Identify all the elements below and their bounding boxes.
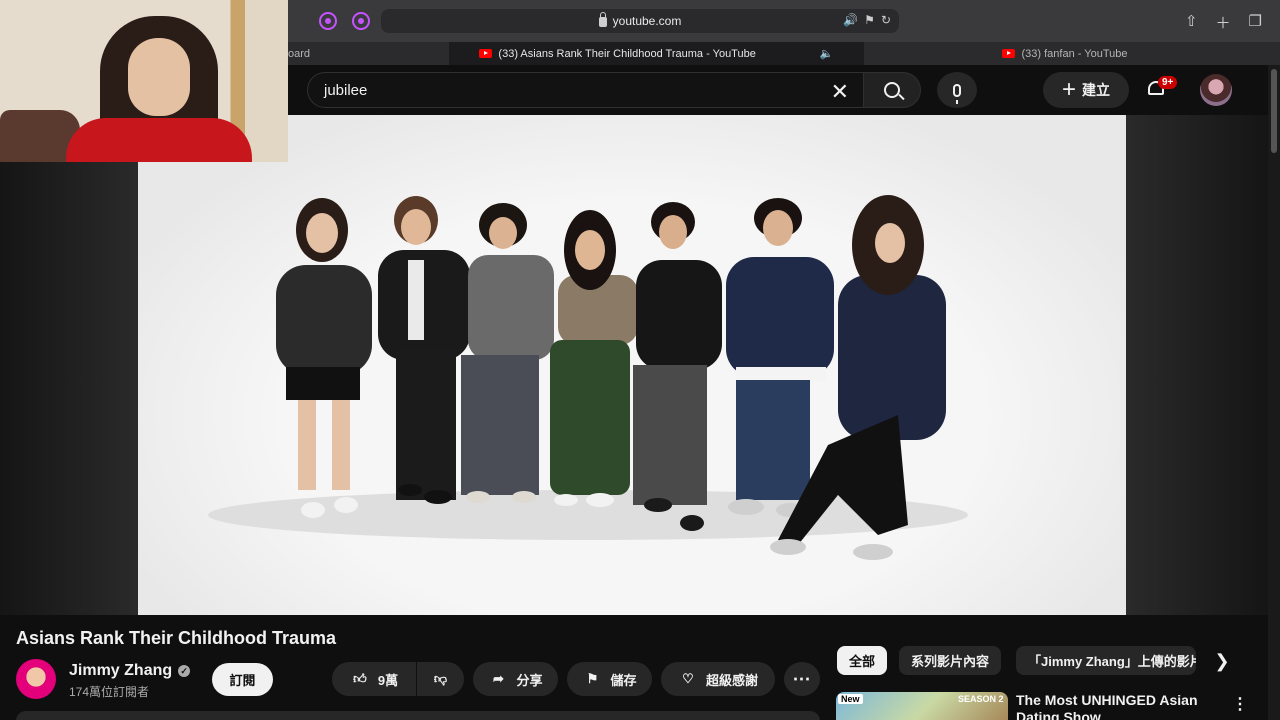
- tab-audio-icon[interactable]: 🔈: [820, 47, 834, 60]
- voice-search-button[interactable]: [937, 72, 977, 108]
- new-badge: New: [838, 694, 863, 704]
- address-bar[interactable]: youtube.com 🔊 ⚑ ↻: [381, 9, 899, 33]
- search-button[interactable]: [863, 72, 921, 108]
- share-button[interactable]: ➦ 分享: [473, 662, 558, 696]
- like-dislike-group: 👍︎ 9萬 👎︎: [332, 662, 464, 696]
- chip-all[interactable]: 全部: [837, 646, 888, 675]
- super-thanks-button[interactable]: ♡ 超級感謝: [661, 662, 775, 696]
- thumbs-down-icon: 👎︎: [433, 671, 448, 686]
- tab-overview-icon[interactable]: ❐: [1249, 12, 1262, 33]
- microphone-icon: [953, 83, 961, 104]
- channel-name-text: Jimmy Zhang: [69, 662, 173, 679]
- subscriber-count: 174萬位訂閱者: [69, 685, 150, 699]
- tab-label: oard: [288, 47, 311, 60]
- url-text: youtube.com: [612, 14, 682, 28]
- dislike-button[interactable]: 👎︎: [417, 662, 464, 696]
- subscribe-button[interactable]: 訂閱: [212, 663, 273, 696]
- page-scrollbar[interactable]: [1268, 65, 1280, 720]
- scrollbar-thumb[interactable]: [1271, 69, 1277, 153]
- tab-active-video[interactable]: (33) Asians Rank Their Childhood Trauma …: [449, 42, 864, 65]
- video-frame[interactable]: [138, 115, 1126, 615]
- more-icon: ⋯: [792, 668, 812, 689]
- chip-channel-uploads[interactable]: 「Jimmy Zhang」上傳的影片: [1016, 646, 1196, 675]
- search-value: jubilee: [324, 81, 368, 99]
- create-label: 建立: [1082, 82, 1110, 98]
- extension-block-icon[interactable]: [352, 12, 370, 30]
- channel-name[interactable]: Jimmy Zhang ✓: [69, 662, 191, 680]
- chevron-right-icon[interactable]: ❯: [1208, 648, 1236, 674]
- share-icon[interactable]: ⇧: [1185, 12, 1198, 33]
- video-title: Asians Rank Their Childhood Trauma: [16, 628, 337, 648]
- kebab-menu-icon[interactable]: ⋮: [1232, 694, 1248, 714]
- speaker-icon[interactable]: 🔊: [843, 13, 858, 27]
- extension-icon[interactable]: [319, 12, 337, 30]
- chip-series[interactable]: 系列影片內容: [899, 646, 1002, 675]
- save-label: 儲存: [610, 672, 637, 688]
- clear-search-icon[interactable]: ✕: [831, 79, 849, 105]
- tab-fanfan[interactable]: (33) fanfan - YouTube: [865, 42, 1265, 65]
- notification-badge: 9+: [1158, 76, 1178, 89]
- recommendation-title[interactable]: The Most UNHINGED Asian Dating Show: [1016, 692, 1206, 720]
- share-label: 分享: [516, 672, 543, 688]
- tab-clipboard[interactable]: oard: [288, 42, 448, 65]
- tab-label: (33) fanfan - YouTube: [1021, 47, 1128, 60]
- youtube-favicon-icon: [1002, 49, 1016, 58]
- search-input[interactable]: jubilee ✕: [307, 72, 863, 108]
- description-box[interactable]: [16, 711, 820, 720]
- thanks-label: 超級感謝: [705, 672, 758, 688]
- share-arrow-icon: ➦: [493, 671, 504, 686]
- like-count: 9萬: [377, 672, 399, 688]
- like-button[interactable]: 👍︎ 9萬: [332, 662, 416, 696]
- channel-avatar[interactable]: [16, 659, 56, 699]
- search-icon: [884, 82, 900, 98]
- verified-icon: ✓: [178, 665, 191, 677]
- bookmark-icon: ⚑: [586, 671, 599, 686]
- more-actions-button[interactable]: ⋯: [784, 662, 820, 696]
- youtube-favicon-icon: [479, 49, 493, 58]
- video-people-illustration: [208, 195, 968, 560]
- lock-icon: [598, 12, 607, 27]
- tab-label: (33) Asians Rank Their Childhood Trauma …: [498, 47, 756, 60]
- create-button[interactable]: + 建立: [1043, 72, 1129, 108]
- reload-icon[interactable]: ↻: [881, 13, 891, 27]
- screen: youtube.com 🔊 ⚑ ↻ ⇧ ＋ ❐ oard (33) Asians…: [0, 0, 1280, 720]
- plus-icon: +: [1061, 76, 1076, 103]
- thumbs-up-icon: 👍︎: [353, 671, 367, 686]
- heart-dollar-icon: ♡: [682, 671, 694, 686]
- translate-icon[interactable]: ⚑: [864, 13, 875, 27]
- account-avatar[interactable]: [1200, 74, 1232, 106]
- save-button[interactable]: ⚑ 儲存: [567, 662, 652, 696]
- webcam-overlay: [0, 0, 288, 162]
- new-tab-icon[interactable]: ＋: [1216, 12, 1231, 33]
- season-label: SEASON 2: [958, 694, 1004, 704]
